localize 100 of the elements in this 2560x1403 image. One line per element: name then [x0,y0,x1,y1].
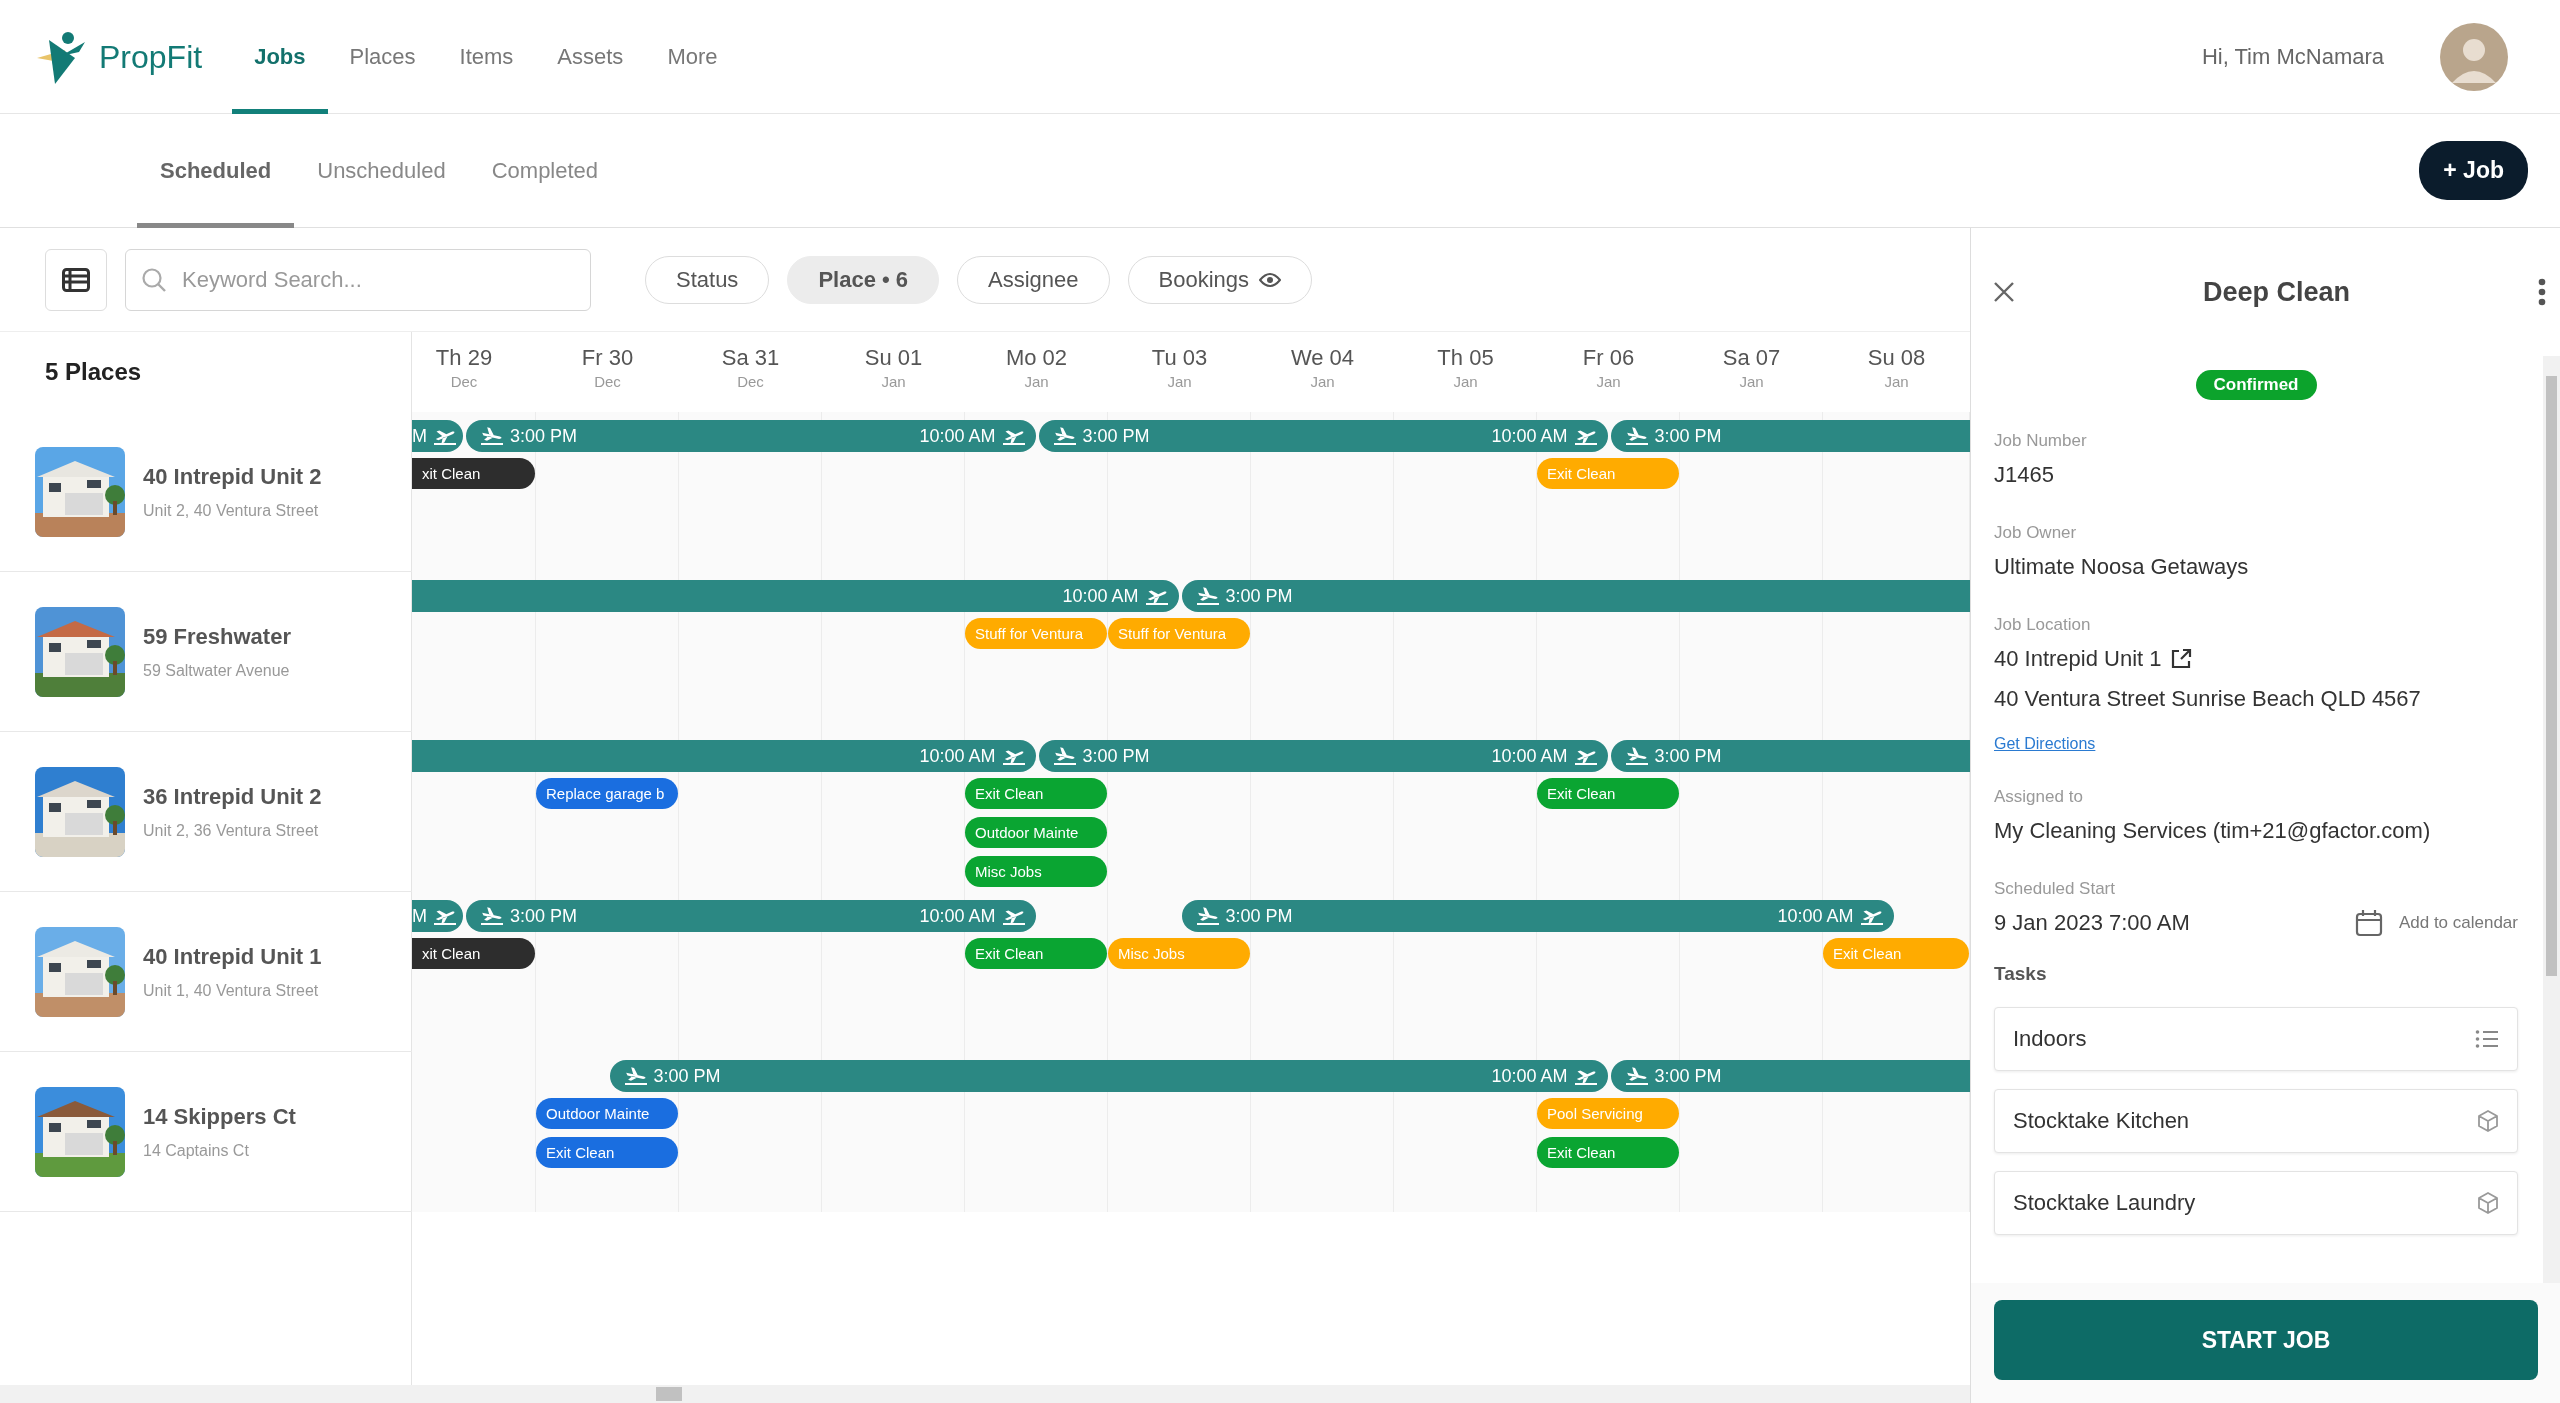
external-link-icon[interactable] [2169,648,2192,670]
booking-bar[interactable]: 3:00 PM 10:00 AM [1038,740,1608,772]
job-event[interactable]: xit Clean [412,458,535,489]
job-event[interactable]: Exit Clean [965,778,1107,809]
check-out-time: 10:00 AM [1777,904,1854,928]
month-label: Jan [1309,372,1336,392]
search-field[interactable]: Keyword Search... [125,248,591,311]
nav-tab[interactable]: Jobs [232,0,328,114]
directions-link[interactable]: Get Directions [1994,732,2096,756]
location-name: 40 Intrepid Unit 1 [1994,645,2162,673]
filter-chip[interactable]: Assignee [957,255,1110,304]
place-name[interactable]: 14 Skippers Ct [143,1100,296,1133]
place-address: 59 Saltwater Avenue [143,661,291,681]
task-item[interactable]: Stocktake Laundry [1994,1170,2518,1235]
field-label: Assigned to [1994,786,2084,808]
nav-tab[interactable]: Places [327,0,438,114]
check-out-time: 10:00 AM [1491,1064,1568,1088]
place-address: Unit 2, 36 Ventura Street [143,821,320,841]
nav-tab[interactable]: Items [437,0,536,114]
booking-bar[interactable]: 3:00 PM [1610,1060,1970,1092]
booking-bar[interactable]: M [412,420,463,452]
booking-bar[interactable]: 3:00 PM 10:00 AM [466,900,1036,932]
booking-bar[interactable]: 3:00 PM 10:00 AM [1038,420,1608,452]
field-label: Job Owner [1994,522,2078,544]
task-item[interactable]: Stocktake Kitchen [1994,1088,2518,1153]
horizontal-scrollbar[interactable] [0,1385,1970,1403]
check-out-time: M [412,424,427,448]
sub-tab[interactable]: Completed [468,113,622,228]
close-icon[interactable] [1993,281,2015,303]
day-label: Tu 03 [1150,344,1209,372]
booking-bar[interactable]: 3:00 PM [1181,580,1970,612]
add-job-button[interactable]: + Job [2419,141,2528,200]
day-label: We 04 [1289,344,1356,372]
month-label: Jan [1023,372,1050,392]
job-event[interactable]: xit Clean [412,938,535,969]
vertical-scrollbar[interactable] [2543,356,2560,1283]
check-out-time: 10:00 AM [1491,744,1568,768]
filter-chip[interactable]: Place • 6 [787,255,940,304]
sub-tab[interactable]: Scheduled [137,113,295,228]
field-value: My Cleaning Services (tim+21@gfactor.com) [1994,817,2432,845]
day-label: Th 05 [1436,344,1495,372]
start-job-button[interactable]: START JOB [1994,1300,2538,1380]
place-name[interactable]: 36 Intrepid Unit 2 [143,780,322,813]
scrollbar-thumb[interactable] [656,1387,682,1401]
check-in-time: 3:00 PM [510,904,578,928]
field-label: Scheduled Start [1994,878,2116,900]
month-label: Jan [880,372,907,392]
month-label: Jan [1883,372,1910,392]
month-label: Jan [1595,372,1622,392]
list-view-button[interactable] [45,248,107,311]
field-label: Job Location [1994,614,2092,636]
booking-bar[interactable]: M [412,900,463,932]
location-address: 40 Ventura Street Sunrise Beach QLD 4567 [1994,685,2422,713]
job-event[interactable]: Exit Clean [536,1137,678,1168]
check-in-time: 3:00 PM [510,424,578,448]
month-label: Jan [1738,372,1765,392]
job-event[interactable]: Replace garage b [536,778,678,809]
more-icon[interactable] [2538,278,2546,306]
brand-name[interactable]: PropFit [99,32,203,81]
day-label: Fr 06 [1581,344,1636,372]
job-event[interactable]: Outdoor Mainte [536,1098,678,1129]
sub-tab[interactable]: Unscheduled [294,113,469,228]
booking-bar[interactable]: 3:00 PM 10:00 AM [609,1060,1608,1092]
booking-bar[interactable]: 3:00 PM 10:00 AM [1181,900,1894,932]
check-in-time: 3:00 PM [1654,1064,1722,1088]
month-label: Jan [1166,372,1193,392]
check-out-time: 10:00 AM [1062,584,1139,608]
job-event[interactable]: Misc Jobs [965,856,1107,887]
check-out-time: 10:00 AM [919,904,996,928]
day-label: Th 29 [434,344,494,372]
job-event[interactable]: Exit Clean [965,938,1107,969]
task-item[interactable]: Indoors [1994,1006,2518,1071]
job-event[interactable]: Outdoor Mainte [965,817,1107,848]
add-to-calendar-link[interactable]: Add to calendar [2354,906,2518,940]
place-name[interactable]: 40 Intrepid Unit 2 [143,460,322,493]
place-address: 14 Captains Ct [143,1141,250,1161]
plane-icon [1624,1067,1649,1085]
booking-bar[interactable]: 3:00 PM [1610,740,1970,772]
scrollbar-thumb[interactable] [2546,376,2557,976]
job-event[interactable]: Exit Clean [1537,1137,1679,1168]
booking-bar[interactable]: 3:00 PM 10:00 AM [466,420,1036,452]
check-out-time: 10:00 AM [919,744,996,768]
filter-chip[interactable]: Bookings [1127,255,1313,304]
booking-bar[interactable]: 10:00 AM [412,580,1179,612]
field-value: Ultimate Noosa Getaways [1994,553,2250,581]
check-out-time: M [412,904,427,928]
job-event[interactable]: Exit Clean [1537,778,1679,809]
check-in-time: 3:00 PM [1082,744,1150,768]
nav-tab[interactable]: Assets [535,0,646,114]
nav-tab[interactable]: More [645,0,740,114]
filter-chip[interactable]: Status [645,255,770,304]
plane-icon [480,907,504,925]
place-name[interactable]: 59 Freshwater [143,620,291,653]
booking-bar[interactable]: 10:00 AM [412,740,1036,772]
booking-bar[interactable]: 3:00 PM [1610,420,1970,452]
plane-icon [1195,587,1220,605]
check-in-time: 3:00 PM [653,1064,721,1088]
plane-icon [1624,747,1649,765]
place-address: Unit 2, 40 Ventura Street [143,501,320,521]
place-name[interactable]: 40 Intrepid Unit 1 [143,940,322,973]
